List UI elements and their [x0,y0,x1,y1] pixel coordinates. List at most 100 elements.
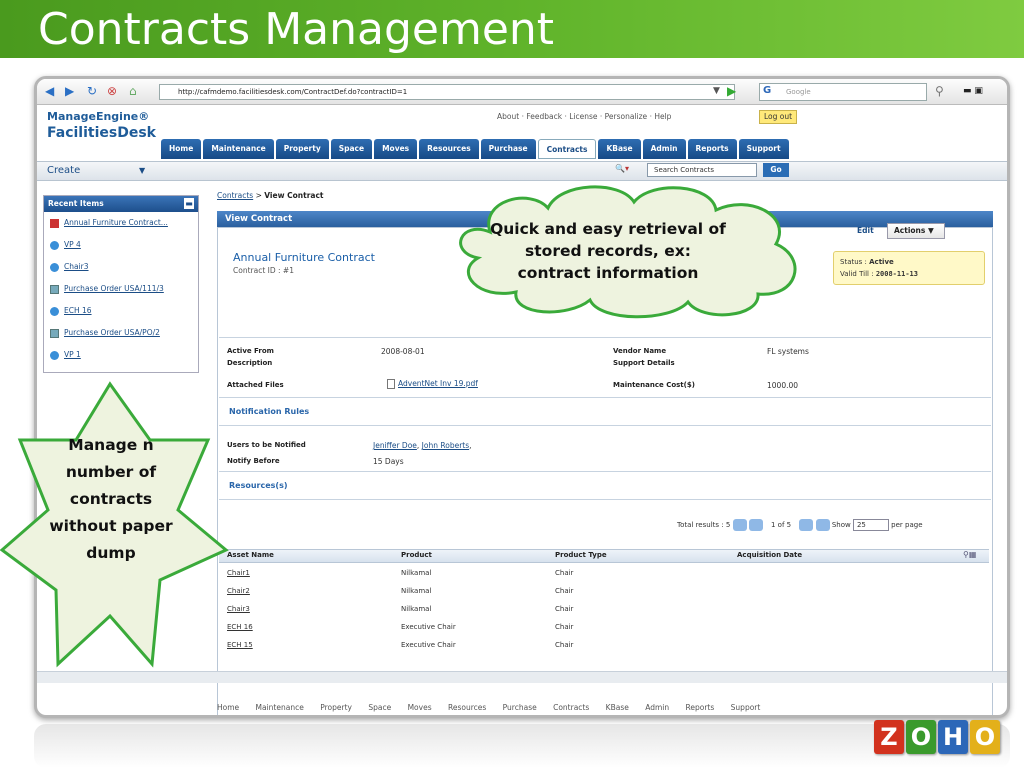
link-personalize[interactable]: Personalize [605,112,648,121]
tab-reports[interactable]: Reports [687,139,737,159]
per-page-label: per page [891,521,923,529]
logout-button[interactable]: Log out [759,110,797,124]
contract-id: Contract ID : #1 [233,266,294,275]
actions-dropdown[interactable]: Actions ▼ [887,223,945,239]
star-callout-text: Manage n number of contracts without pap… [49,436,173,562]
last-page-icon[interactable] [815,519,830,531]
create-dropdown[interactable]: Create ▼ [47,163,157,179]
tab-maintenance[interactable]: Maintenance [203,139,274,159]
table-settings-icon[interactable]: ⚲▦ [963,550,976,559]
tab-property[interactable]: Property [275,139,329,159]
table-cell-product: Executive Chair [401,641,456,649]
recent-item[interactable]: VP 1 [50,350,81,360]
search-category-icon[interactable]: 🔍▾ [615,164,629,173]
column-asset-name[interactable]: Asset Name [227,551,274,559]
purchase-order-icon [50,285,59,294]
tab-kbase[interactable]: KBase [598,139,641,159]
user-link[interactable]: John Roberts [422,441,469,450]
table-cell-type: Chair [555,623,574,631]
create-bar [37,161,1007,181]
tab-space[interactable]: Space [330,139,373,159]
table-cell-type: Chair [555,587,574,595]
table-cell-asset[interactable]: Chair3 [227,605,250,613]
tab-moves[interactable]: Moves [374,139,418,159]
breadcrumb-separator: > [255,191,262,200]
status-value: Active [869,258,894,266]
active-from-label: Active From [227,347,274,355]
window-controls-icon[interactable]: ▬ ▣ [963,84,983,98]
back-icon[interactable]: ◀ [45,84,54,98]
refresh-icon[interactable]: ↻ [87,84,97,98]
breadcrumb-contracts[interactable]: Contracts [217,191,253,200]
recent-item[interactable]: Purchase Order USA/PO/2 [50,328,160,338]
resources-heading: Resources(s) [229,481,288,490]
address-bar[interactable]: http://cafmdemo.facilitiesdesk.com/Contr… [159,84,735,100]
users-notified-value: Jeniffer Doe, John Roberts, [373,441,472,450]
stop-icon[interactable]: ⊗ [107,84,117,98]
recent-item[interactable]: ECH 16 [50,306,92,316]
notify-before-value: 15 Days [373,457,404,466]
user-link[interactable]: Jeniffer Doe [373,441,417,450]
valid-till-label: Valid Till : [840,270,874,278]
tab-admin[interactable]: Admin [642,139,686,159]
show-label: Show [831,521,851,529]
zoho-letter-o: O [906,720,936,754]
edit-button[interactable]: Edit [857,226,874,235]
forward-icon[interactable]: ▶ [65,84,74,98]
zoho-letter-h: H [938,720,968,754]
column-product-type[interactable]: Product Type [555,551,607,559]
status-label: Status : [840,258,867,266]
divider [219,337,991,338]
tab-contracts[interactable]: Contracts [537,139,597,159]
top-links: About · Feedback · License · Personalize… [497,112,672,121]
table-cell-asset[interactable]: ECH 16 [227,623,253,631]
collapse-icon[interactable]: ▬ [184,198,194,209]
status-bar [37,671,1007,683]
tab-resources[interactable]: Resources [419,139,479,159]
recent-item[interactable]: Annual Furniture Contract... [50,218,168,228]
link-license[interactable]: License [569,112,597,121]
link-about[interactable]: About [497,112,519,121]
link-help[interactable]: Help [654,112,671,121]
table-cell-asset[interactable]: ECH 15 [227,641,253,649]
go-arrow-icon[interactable]: ▶ [727,84,736,98]
table-cell-asset[interactable]: Chair1 [227,569,250,577]
dropdown-arrow-icon[interactable]: ▼ [713,84,720,98]
next-page-icon[interactable] [799,519,814,531]
table-cell-type: Chair [555,569,574,577]
breadcrumb: Contracts > View Contract [217,191,324,200]
recent-item[interactable]: VP 4 [50,240,81,250]
column-product[interactable]: Product [401,551,432,559]
table-cell-product: Nilkamal [401,605,432,613]
search-contracts-input[interactable]: Search Contracts [647,163,757,177]
magnifier-icon[interactable]: ⚲ [935,84,944,98]
asset-icon [50,263,59,272]
first-page-icon[interactable] [732,519,747,531]
tab-home[interactable]: Home [161,139,202,159]
asset-icon [50,241,59,250]
users-notified-label: Users to be Notified [227,441,306,449]
breadcrumb-current: View Contract [264,191,324,200]
maintenance-cost-value: 1000.00 [767,381,799,390]
notification-rules-heading: Notification Rules [229,407,310,416]
create-label: Create [47,165,81,176]
divider [219,471,991,472]
attached-files-label: Attached Files [227,381,284,389]
go-button[interactable]: Go [763,163,789,177]
zoho-logo: Z O H O [874,720,1000,754]
tab-support[interactable]: Support [738,139,789,159]
per-page-select[interactable]: 25 [852,519,889,531]
footer-links[interactable]: Home Maintenance Property Space Moves Re… [37,703,1007,715]
table-cell-asset[interactable]: Chair2 [227,587,250,595]
recent-item[interactable]: Chair3 [50,262,89,272]
prev-page-icon[interactable] [748,519,763,531]
attached-file[interactable]: AdventNet Inv 19.pdf [387,379,478,389]
google-search-input[interactable]: Google [759,83,927,101]
home-icon[interactable]: ⌂ [129,84,137,98]
recent-item[interactable]: Purchase Order USA/111/3 [50,284,164,294]
tab-purchase[interactable]: Purchase [480,139,536,159]
divider [219,425,991,426]
cloud-callout-text: Quick and easy retrieval of stored recor… [490,220,726,282]
column-acquisition-date[interactable]: Acquisition Date [737,551,802,559]
link-feedback[interactable]: Feedback [526,112,562,121]
